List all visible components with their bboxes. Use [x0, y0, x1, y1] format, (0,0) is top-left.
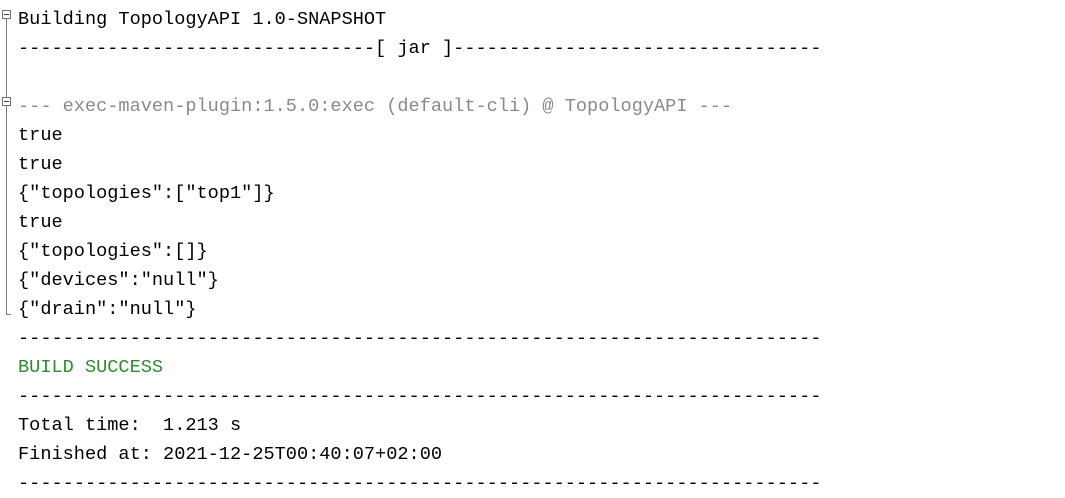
output-line: {"drain":"null"} — [18, 299, 197, 320]
build-title-line: Building TopologyAPI 1.0-SNAPSHOT — [18, 9, 387, 30]
plugin-exec-line: --- exec-maven-plugin:1.5.0:exec (defaul… — [18, 96, 733, 117]
output-line: true — [18, 212, 63, 233]
build-status: BUILD SUCCESS — [18, 357, 164, 378]
output-line: {"topologies":[]} — [18, 241, 208, 262]
clipped-previous-line: ' ' ' ' ' ' ' ' ' ' — [380, 0, 592, 2]
total-time-line: Total time: 1.213 s — [18, 415, 242, 436]
fold-collapse-icon[interactable] — [2, 97, 11, 106]
output-line: {"devices":"null"} — [18, 270, 219, 291]
output-line: true — [18, 154, 63, 175]
output-line: true — [18, 125, 63, 146]
fold-guide-line — [6, 19, 7, 97]
fold-guide-line — [6, 106, 7, 314]
fold-end-marker — [6, 314, 11, 315]
fold-collapse-icon[interactable] — [2, 10, 11, 19]
separator-line: ----------------------------------------… — [18, 386, 822, 407]
separator-line: ----------------------------------------… — [18, 328, 822, 349]
finished-at-line: Finished at: 2021-12-25T00:40:07+02:00 — [18, 444, 443, 465]
output-line: {"topologies":["top1"]} — [18, 183, 275, 204]
separator-line: ----------------------------------------… — [18, 473, 822, 494]
output-console: ' ' ' ' ' ' ' ' ' ' Building TopologyAPI… — [0, 0, 1065, 494]
jar-separator-line: --------------------------------[ jar ]-… — [18, 38, 822, 59]
